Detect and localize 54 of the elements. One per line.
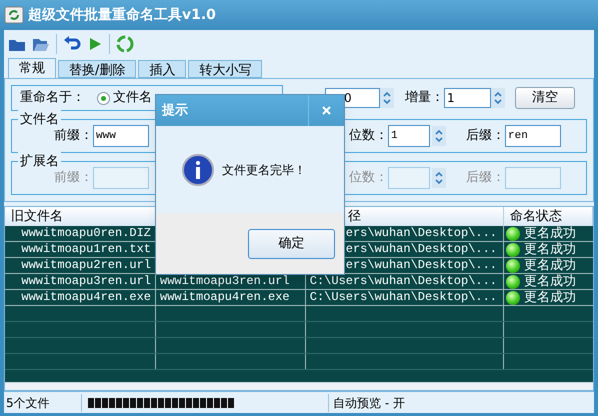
up-down-arrows-icon	[382, 90, 392, 106]
play-icon[interactable]	[87, 36, 103, 52]
tab[interactable]: 转大小写	[188, 60, 262, 78]
group-title: 文件名	[18, 110, 61, 130]
up-down-arrows-icon	[493, 90, 503, 106]
field-label: 位数：	[349, 169, 388, 188]
close-icon	[322, 106, 331, 115]
recycle-icon[interactable]	[116, 35, 134, 53]
column-header[interactable]: 命名状态	[504, 207, 593, 226]
status-text: 5个文件	[4, 394, 82, 412]
table-cell: wwwitmoapu3ren.url	[5, 274, 156, 289]
input-field	[388, 167, 430, 189]
ok-button[interactable]: 确定	[248, 228, 335, 258]
clear-button[interactable]: 清空	[515, 87, 575, 109]
status-text: 自动预览 - 开	[328, 394, 405, 412]
input-field[interactable]: 1	[388, 125, 430, 147]
field-label: 增量：	[405, 89, 444, 108]
input-field[interactable]: www	[93, 125, 149, 147]
table-cell: 更名成功	[524, 242, 576, 257]
tab[interactable]: 插入	[138, 60, 186, 78]
table-cell: 更名成功	[524, 274, 576, 289]
dialog-message: 文件更名完毕！	[222, 162, 306, 178]
up-down-arrows-icon	[434, 170, 444, 186]
dialog-title: 提示	[162, 102, 189, 120]
field-label: 重命名于：	[20, 89, 85, 108]
tab[interactable]: 常规	[8, 58, 56, 78]
table-cell: wwwitmoapu4ren.exe	[5, 290, 156, 305]
tab[interactable]: 替换/删除	[58, 60, 136, 78]
window-title: 超级文件批量重命名工具v1.0	[28, 6, 216, 24]
open-folder-icon[interactable]	[32, 36, 50, 52]
spinner-button[interactable]	[491, 88, 505, 108]
undo-icon[interactable]	[63, 36, 81, 52]
input-field[interactable]: ren	[505, 125, 561, 147]
table-cell: 更名成功	[524, 258, 576, 273]
input-field	[505, 167, 561, 189]
group-title: 扩展名	[18, 152, 61, 172]
table-cell: 更名成功	[524, 290, 576, 305]
info-icon	[182, 154, 214, 186]
table-cell: 更名成功	[524, 226, 576, 241]
field-label: 后缀：	[466, 127, 505, 146]
spinner-button[interactable]	[432, 126, 446, 146]
field-label: 前缀：	[54, 169, 93, 188]
table-cell: C:\Users\wuhan\Desktop\...	[306, 290, 504, 305]
up-down-arrows-icon	[434, 128, 444, 144]
spinner-button[interactable]	[380, 88, 394, 108]
table-cell: wwwitmoapu4ren.exe	[156, 290, 306, 305]
input-field	[93, 167, 149, 189]
radio-option[interactable]: 文件名	[97, 88, 152, 108]
app-icon	[4, 6, 24, 24]
field-label: 后缀：	[466, 169, 505, 188]
horizontal-scrollbar[interactable]	[5, 382, 593, 390]
field-label: 位数：	[349, 127, 388, 146]
field-label: 前缀：	[54, 127, 93, 146]
input-field[interactable]: 1	[444, 88, 491, 108]
